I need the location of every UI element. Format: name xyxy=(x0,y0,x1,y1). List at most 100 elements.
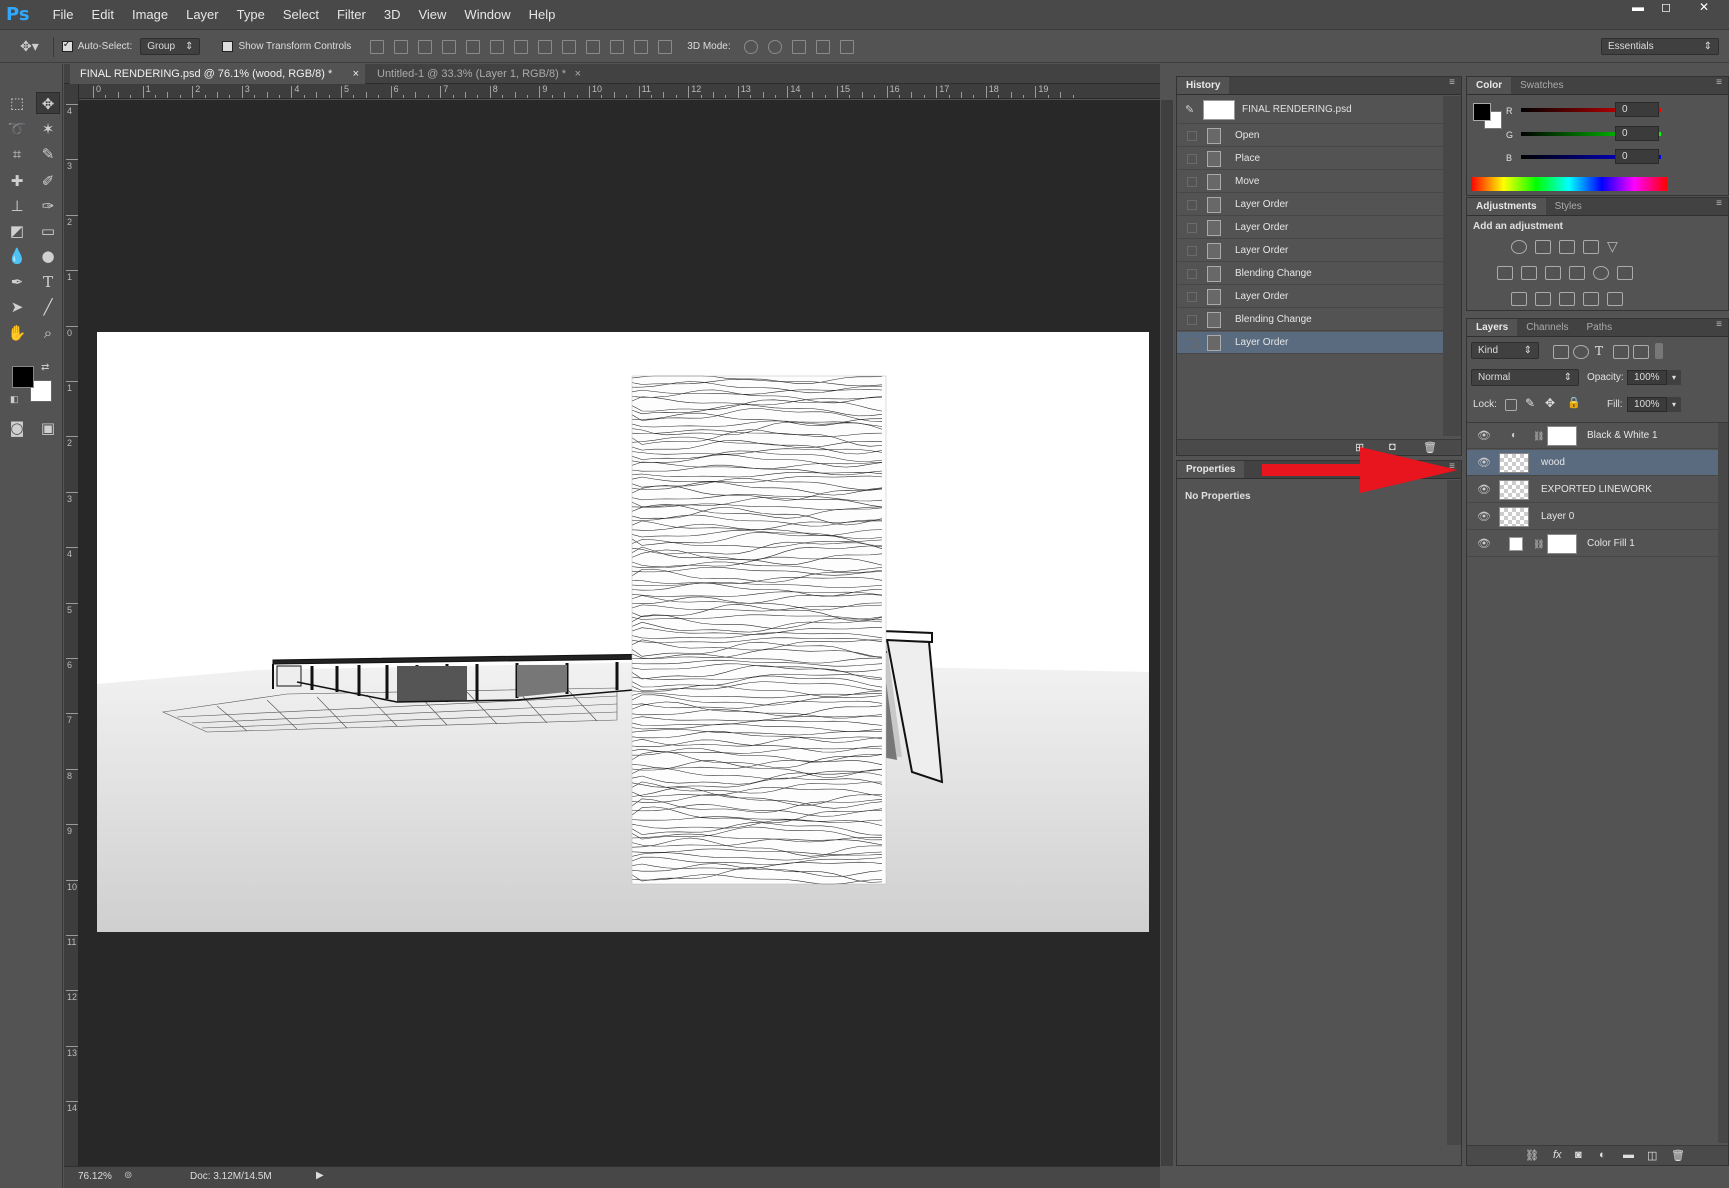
tab-channels[interactable]: Channels xyxy=(1517,319,1577,336)
layer-name[interactable]: EXPORTED LINEWORK xyxy=(1541,477,1652,503)
history-scrollbar[interactable] xyxy=(1443,96,1461,436)
opacity-input[interactable]: 100% xyxy=(1627,370,1667,385)
selective-color-icon[interactable] xyxy=(1583,292,1599,306)
menu-3d[interactable]: 3D xyxy=(375,7,410,22)
color-lookup-icon[interactable] xyxy=(1617,266,1633,280)
marquee-tool-icon[interactable]: ⬚ xyxy=(5,92,29,114)
history-brush-source-box[interactable] xyxy=(1187,131,1197,141)
filter-pixel-icon[interactable] xyxy=(1553,345,1569,359)
3d-scale-icon[interactable] xyxy=(839,39,854,54)
swap-colors-icon[interactable]: ⇄ xyxy=(41,362,49,373)
move-tool-preset-icon[interactable]: ✥▾ xyxy=(20,38,39,55)
layer-name[interactable]: Black & White 1 xyxy=(1587,423,1658,449)
add-layer-style-icon[interactable]: fx xyxy=(1553,1149,1562,1161)
history-state[interactable]: Blending Change xyxy=(1177,263,1443,285)
align-vcenter-icon[interactable] xyxy=(394,39,409,54)
curves-icon[interactable] xyxy=(1559,240,1575,254)
history-brush-source-box[interactable] xyxy=(1187,292,1197,302)
history-brush-source-box[interactable] xyxy=(1187,154,1197,164)
tab-paths[interactable]: Paths xyxy=(1578,319,1622,336)
fg-color-chip[interactable] xyxy=(1473,103,1491,121)
align-right-icon[interactable] xyxy=(490,39,505,54)
link-layers-icon[interactable]: ⛓ xyxy=(1525,1149,1539,1162)
gradient-map-icon[interactable] xyxy=(1607,292,1623,306)
layer-name[interactable]: Layer 0 xyxy=(1541,504,1574,530)
threshold-icon[interactable] xyxy=(1559,292,1575,306)
dodge-tool-icon[interactable]: ● xyxy=(36,245,60,267)
history-brush-source-box[interactable] xyxy=(1187,338,1197,348)
opacity-dropdown-icon[interactable]: ▾ xyxy=(1667,370,1681,385)
layer-row[interactable]: 👁 Layer 0 xyxy=(1467,504,1718,530)
show-transform-checkbox[interactable] xyxy=(222,41,234,52)
distribute-top-icon[interactable] xyxy=(514,39,529,54)
fill-input[interactable]: 100% xyxy=(1627,397,1667,412)
distribute-bottom-icon[interactable] xyxy=(562,39,577,54)
path-selection-icon[interactable]: ➤ xyxy=(5,296,29,318)
channel-mixer-icon[interactable] xyxy=(1593,266,1609,280)
align-bottom-icon[interactable] xyxy=(418,39,433,54)
type-tool-icon[interactable]: T xyxy=(36,271,60,293)
menu-help[interactable]: Help xyxy=(520,7,565,22)
layer-row[interactable]: 👁 wood xyxy=(1467,450,1718,476)
menu-edit[interactable]: Edit xyxy=(83,7,123,22)
lock-position-icon[interactable]: ✥ xyxy=(1545,396,1555,410)
invert-icon[interactable] xyxy=(1511,292,1527,306)
hand-tool-icon[interactable]: ✋ xyxy=(5,322,29,344)
history-state[interactable]: Layer Order xyxy=(1177,332,1443,354)
history-state[interactable]: Blending Change xyxy=(1177,309,1443,331)
color-spectrum-bar[interactable] xyxy=(1471,177,1667,191)
brush-tool-icon[interactable]: ✐ xyxy=(36,170,60,192)
r-input[interactable]: 0 xyxy=(1615,102,1659,117)
brightness-contrast-icon[interactable] xyxy=(1511,240,1527,254)
zoom-tool-icon[interactable]: ⌕ xyxy=(36,322,60,344)
screen-mode-icon[interactable]: ▣ xyxy=(36,417,60,439)
layer-mask-thumbnail[interactable] xyxy=(1547,426,1577,446)
new-layer-icon[interactable]: ◫ xyxy=(1647,1149,1657,1162)
b-input[interactable]: 0 xyxy=(1615,149,1659,164)
tab-untitled-1[interactable]: Untitled-1 @ 33.3% (Layer 1, RGB/8) * × xyxy=(367,64,587,84)
visibility-eye-icon[interactable]: 👁 xyxy=(1477,504,1491,530)
distribute-vcenter-icon[interactable] xyxy=(538,39,553,54)
menu-layer[interactable]: Layer xyxy=(177,7,228,22)
blur-tool-icon[interactable]: 💧 xyxy=(5,245,29,267)
history-state[interactable]: Layer Order xyxy=(1177,194,1443,216)
add-mask-icon[interactable]: ◙ xyxy=(1575,1149,1582,1161)
menu-image[interactable]: Image xyxy=(123,7,177,22)
layer-row[interactable]: 👁 ◐ ⛓ Black & White 1 xyxy=(1467,423,1718,449)
3d-rotate-icon[interactable] xyxy=(743,39,758,54)
move-tool-icon[interactable]: ✥ xyxy=(36,92,60,114)
history-state[interactable]: Layer Order xyxy=(1177,217,1443,239)
filter-toggle-icon[interactable] xyxy=(1655,343,1663,359)
panel-menu-icon[interactable]: ≡ xyxy=(1716,319,1728,336)
history-state[interactable]: Place xyxy=(1177,148,1443,170)
eraser-tool-icon[interactable]: ◩ xyxy=(5,220,29,242)
panel-menu-icon[interactable]: ≡ xyxy=(1716,77,1728,94)
gradient-tool-icon[interactable]: ▭ xyxy=(36,220,60,242)
visibility-eye-icon[interactable]: 👁 xyxy=(1477,450,1491,476)
history-state[interactable]: Layer Order xyxy=(1177,240,1443,262)
new-adjustment-icon[interactable]: ◐ xyxy=(1599,1149,1606,1161)
auto-select-dropdown[interactable]: Group ⇕ xyxy=(140,38,201,55)
blend-mode-dropdown[interactable]: Normal ⇕ xyxy=(1471,369,1579,386)
wood-texture-layer[interactable] xyxy=(631,375,887,885)
minimize-button[interactable]: ▬ xyxy=(1624,0,1652,16)
posterize-icon[interactable] xyxy=(1535,292,1551,306)
properties-scrollbar[interactable] xyxy=(1447,480,1461,1145)
hue-saturation-icon[interactable] xyxy=(1497,266,1513,280)
align-hcenter-icon[interactable] xyxy=(466,39,481,54)
history-brush-icon[interactable]: ✑ xyxy=(36,195,60,217)
history-brush-source-box[interactable] xyxy=(1187,223,1197,233)
workspace-dropdown[interactable]: Essentials ⇕ xyxy=(1601,38,1719,55)
3d-slide-icon[interactable] xyxy=(815,39,830,54)
eyedropper-icon[interactable]: ✎ xyxy=(36,143,60,165)
default-colors-icon[interactable]: ◧ xyxy=(10,394,19,405)
quick-mask-icon[interactable]: ◙ xyxy=(5,417,29,439)
lock-transparent-icon[interactable] xyxy=(1505,399,1517,411)
menu-filter[interactable]: Filter xyxy=(328,7,375,22)
close-tab-icon[interactable]: × xyxy=(353,64,359,84)
tab-swatches[interactable]: Swatches xyxy=(1511,77,1572,94)
history-state[interactable]: Open xyxy=(1177,125,1443,147)
menu-window[interactable]: Window xyxy=(455,7,519,22)
black-white-icon[interactable] xyxy=(1545,266,1561,280)
menu-type[interactable]: Type xyxy=(228,7,274,22)
